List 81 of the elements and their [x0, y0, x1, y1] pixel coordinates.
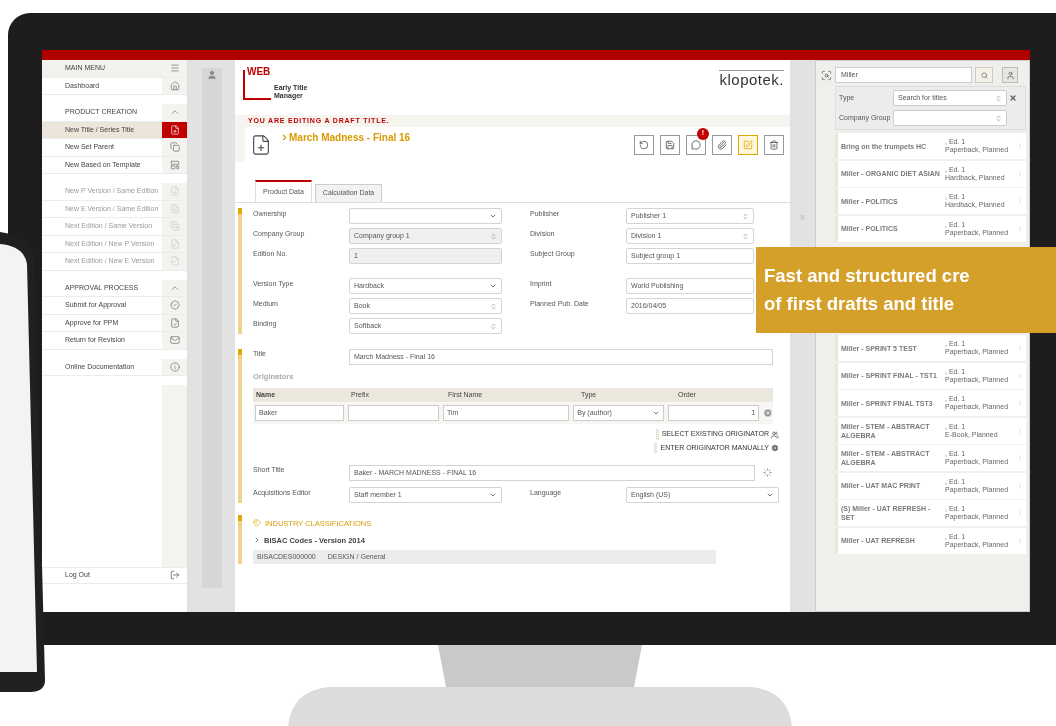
- spinner-icon: [490, 302, 497, 310]
- select-field[interactable]: [349, 208, 502, 224]
- chevron-right-icon: [1016, 224, 1024, 233]
- copy-icon[interactable]: [169, 142, 180, 153]
- undo-icon: [639, 139, 649, 150]
- person-search-button[interactable]: [1002, 67, 1018, 83]
- dropdown-caret-icon: [489, 282, 497, 290]
- document-in-icon[interactable]: [169, 238, 180, 249]
- spinner-icon: [995, 94, 1002, 102]
- paperclip-icon: [717, 139, 727, 150]
- spinner-icon: [995, 114, 1002, 122]
- home-icon[interactable]: [169, 80, 180, 91]
- chevron-right-icon: [280, 133, 289, 142]
- menu-icon[interactable]: [169, 63, 180, 74]
- chevron-right-icon: [1016, 536, 1024, 545]
- chevron-right-icon: [1016, 371, 1024, 380]
- search-icon: [980, 71, 988, 79]
- icon-tile[interactable]: [162, 183, 187, 200]
- chevron-right-icon[interactable]: [253, 536, 261, 545]
- icon-tile[interactable]: [162, 60, 187, 77]
- chevron-right-icon: [1016, 142, 1024, 150]
- icon-tile[interactable]: [162, 104, 187, 121]
- document-icon[interactable]: [169, 203, 180, 214]
- spinner-icon: [742, 212, 749, 220]
- badge-check-icon[interactable]: [169, 300, 180, 311]
- copy-plus-icon[interactable]: [169, 221, 180, 232]
- banner-text: Fast and structured cre: [764, 265, 971, 287]
- toolbar-button[interactable]: [712, 134, 732, 155]
- chevron-right-icon: [1016, 169, 1024, 178]
- chevron-right-icon: [1016, 481, 1024, 490]
- icon-tile[interactable]: [162, 358, 187, 375]
- spinner-icon: [742, 232, 749, 240]
- logout-icon[interactable]: [169, 570, 180, 581]
- person-icon: [1005, 70, 1015, 80]
- plus-circle-icon: [771, 444, 779, 452]
- select-field[interactable]: [893, 110, 1007, 126]
- envelope-icon[interactable]: [169, 335, 180, 346]
- document-check-icon[interactable]: [169, 317, 180, 328]
- document-plus-icon: [250, 133, 272, 156]
- input-field[interactable]: [348, 405, 439, 422]
- search-button[interactable]: [975, 67, 993, 83]
- dropdown-caret-icon: [489, 212, 497, 220]
- chevron-right-icon: [1016, 197, 1024, 205]
- section-accent-bar: [238, 515, 242, 565]
- edit-icon: [743, 139, 753, 150]
- chevron-right-icon: [1016, 344, 1024, 352]
- user-icon[interactable]: [206, 70, 217, 80]
- brand-logo: klopotek.: [719, 70, 784, 89]
- trash-icon: [769, 139, 779, 150]
- icon-tile[interactable]: [162, 253, 187, 270]
- tags-icon: [253, 519, 261, 528]
- chevron-right-icon: [1016, 426, 1024, 435]
- icon-tile[interactable]: [162, 218, 187, 235]
- chevron-right-icon: [1016, 399, 1024, 407]
- chevron-right-icon: [1016, 454, 1024, 462]
- document-out-icon[interactable]: [169, 256, 180, 267]
- people-icon: [771, 430, 779, 439]
- loading-icon: [763, 468, 772, 478]
- info-icon[interactable]: [169, 361, 180, 372]
- icon-tile[interactable]: [162, 332, 187, 349]
- icon-tile[interactable]: [162, 297, 187, 314]
- toolbar-button[interactable]: [660, 134, 680, 155]
- record-title: March Madness - Final 16: [289, 131, 411, 145]
- chevron-right-icon: [1016, 509, 1024, 517]
- close-icon[interactable]: [1009, 94, 1017, 102]
- logo-mark: WEB: [247, 67, 271, 77]
- toolbar-button[interactable]: [764, 134, 784, 155]
- collapse-icon[interactable]: [798, 213, 807, 222]
- spinner-icon: [490, 232, 497, 240]
- save-icon: [665, 139, 675, 150]
- icon-tile[interactable]: [162, 279, 187, 296]
- template-icon[interactable]: [169, 159, 180, 170]
- remove-icon[interactable]: [763, 408, 773, 419]
- comment-icon: [691, 139, 701, 150]
- toolbar-button[interactable]: [634, 134, 654, 155]
- icon-tile[interactable]: [162, 139, 187, 156]
- search-list-icon[interactable]: [821, 69, 832, 81]
- banner-text: of first drafts and title: [764, 293, 956, 315]
- spinner-icon: [490, 322, 497, 330]
- document-plus-icon[interactable]: [169, 186, 180, 197]
- toolbar-button[interactable]: [686, 134, 706, 155]
